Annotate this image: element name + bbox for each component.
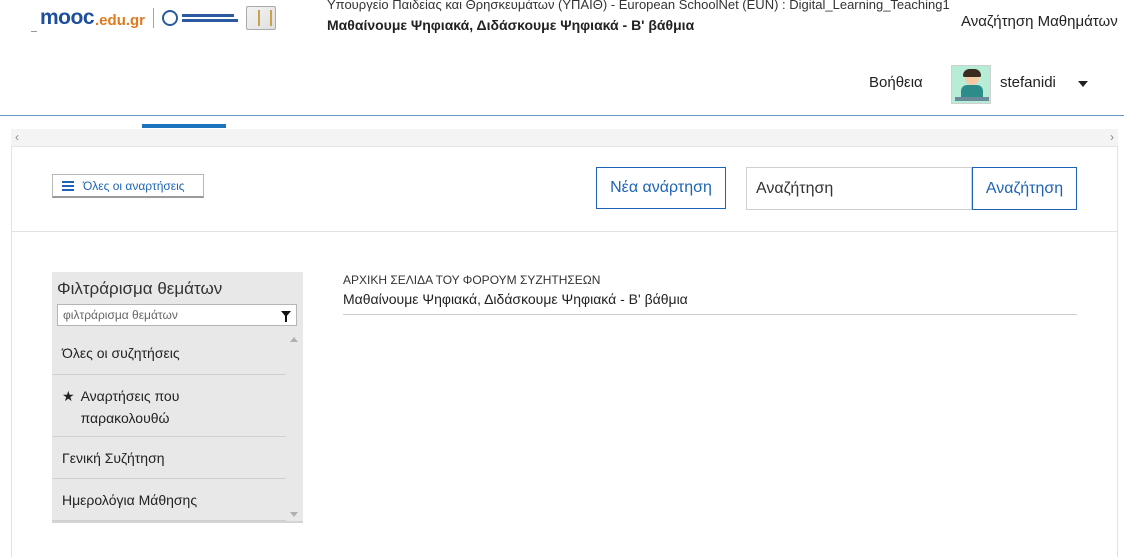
topic-label: Ημερολόγια Μάθησης bbox=[62, 491, 198, 508]
help-link[interactable]: Βοήθεια bbox=[869, 74, 923, 91]
ministry-wordmark bbox=[182, 14, 239, 22]
ministry-seal-icon bbox=[162, 10, 179, 26]
course-organization: Υπουργείο Παιδείας και Θρησκευμάτων (ΥΠΑ… bbox=[327, 0, 950, 12]
course-search-link[interactable]: Αναζήτηση Μαθημάτων bbox=[961, 13, 1118, 30]
topic-label: Όλες οι συζητήσεις bbox=[62, 345, 180, 361]
scroll-up-icon[interactable] bbox=[290, 337, 298, 342]
mooc-logo[interactable]: mooc .edu.gr bbox=[40, 4, 277, 32]
tab-scroll-strip: ‹ › bbox=[11, 129, 1118, 147]
chevron-left-icon[interactable]: ‹ bbox=[15, 130, 19, 144]
all-posts-label: Όλες οι αναρτήσεις bbox=[83, 178, 185, 193]
logo-divider bbox=[153, 8, 155, 28]
menu-icon bbox=[62, 180, 74, 191]
topic-list: Όλες οι συζητήσεις ★ Αναρτήσεις που παρα… bbox=[52, 332, 286, 521]
search-button[interactable]: Αναζήτηση bbox=[972, 167, 1077, 210]
avatar[interactable] bbox=[951, 65, 991, 104]
iep-logo-icon bbox=[246, 6, 277, 30]
chevron-right-icon[interactable]: › bbox=[1110, 130, 1114, 144]
discussion-page: mooc .edu.gr Υπουργείο Παιδείας και Θρησ… bbox=[0, 0, 1124, 557]
filter-field[interactable] bbox=[57, 304, 297, 326]
breadcrumb[interactable]: ΑΡΧΙΚΗ ΣΕΛΙΔΑ ΤΟΥ ΦΟΡΟΥΜ ΣΥΖΗΤΗΣΕΩΝ bbox=[343, 273, 600, 287]
forum-header-divider bbox=[343, 314, 1077, 315]
topic-list-scrollbar[interactable] bbox=[288, 334, 301, 520]
header-divider bbox=[31, 31, 37, 32]
topic-all-discussions[interactable]: Όλες οι συζητήσεις bbox=[52, 332, 286, 375]
all-posts-button[interactable]: Όλες οι αναρτήσεις bbox=[52, 174, 204, 198]
username-link[interactable]: stefanidi bbox=[1000, 74, 1056, 91]
filter-icon[interactable] bbox=[281, 311, 291, 322]
active-tab-indicator bbox=[142, 124, 226, 128]
site-header: mooc .edu.gr Υπουργείο Παιδείας και Θρησ… bbox=[0, 0, 1124, 116]
forum-title: Μαθαίνουμε Ψηφιακά, Διδάσκουμε Ψηφιακά -… bbox=[343, 291, 688, 307]
scroll-down-icon[interactable] bbox=[290, 512, 298, 517]
chevron-down-icon[interactable] bbox=[1078, 81, 1088, 87]
logo-mooc-text: mooc bbox=[40, 6, 95, 29]
topic-learning-journals[interactable]: Ημερολόγια Μάθησης bbox=[52, 479, 286, 521]
star-icon: ★ bbox=[62, 388, 75, 404]
logo-edu-text: .edu.gr bbox=[95, 11, 146, 29]
topic-general-discussion[interactable]: Γενική Συζήτηση bbox=[52, 437, 286, 479]
toolbar-divider bbox=[11, 231, 1118, 232]
topic-label: Αναρτήσεις που παρακολουθώ bbox=[80, 388, 180, 426]
new-post-button[interactable]: Νέα ανάρτηση bbox=[596, 167, 726, 209]
course-title: Μαθαίνουμε Ψηφιακά, Διδάσκουμε Ψηφιακά -… bbox=[327, 17, 695, 33]
filter-input[interactable] bbox=[58, 305, 268, 325]
topic-label: Γενική Συζήτηση bbox=[62, 449, 165, 466]
sidebar-title: Φιλτράρισμα θεμάτων bbox=[57, 279, 223, 298]
topic-filter-sidebar: Φιλτράρισμα θεμάτων Όλες οι συζητήσεις ★… bbox=[52, 272, 303, 523]
topic-followed-posts[interactable]: ★ Αναρτήσεις που παρακολουθώ bbox=[52, 375, 286, 437]
search-input[interactable] bbox=[746, 167, 972, 210]
